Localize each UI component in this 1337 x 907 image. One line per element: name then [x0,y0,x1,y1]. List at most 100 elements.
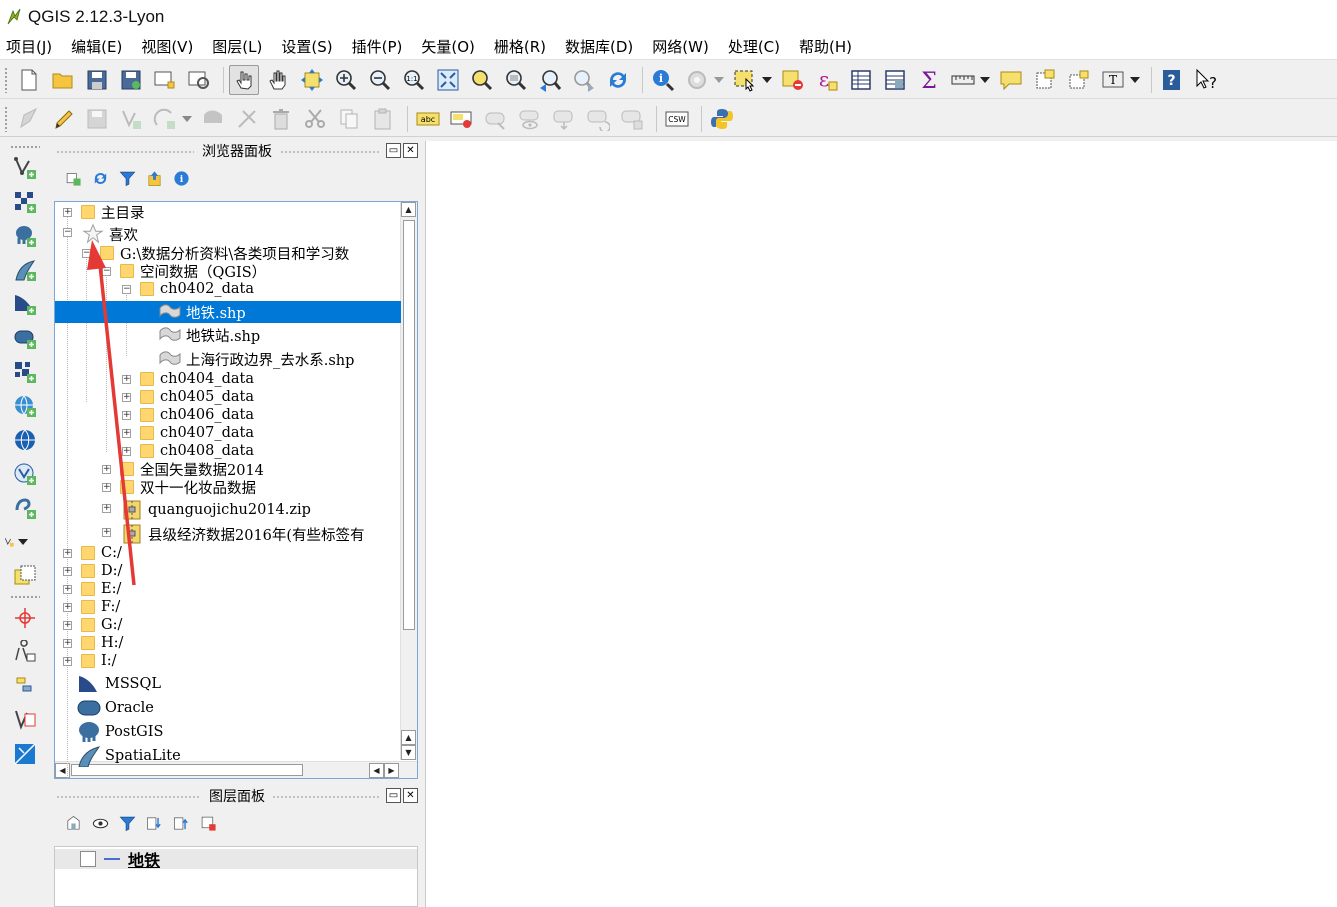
toolbar-grip[interactable] [4,66,8,93]
zoom-full-button[interactable] [433,65,463,95]
properties-info-button[interactable]: i [170,167,192,189]
add-delimited-layer-button[interactable] [10,561,40,591]
new-print-composer-button[interactable] [150,65,180,95]
collapse-all-button[interactable] [170,812,192,834]
tree-item[interactable]: ch0407_data [140,424,254,442]
zoom-out-button[interactable] [365,65,395,95]
deselect-all-button[interactable] [778,65,808,95]
tree-item[interactable]: Oracle [77,697,154,719]
add-spatialite-layer-button[interactable] [10,255,40,285]
tree-item[interactable]: 上海行政边界_去水系.shp [158,348,354,370]
tree-item[interactable]: MSSQL [77,673,161,695]
tree-item[interactable]: ch0405_data [140,388,254,406]
tree-item[interactable]: C:/ [81,544,122,562]
layer-visibility-checkbox[interactable] [80,851,96,867]
run-feature-action-button[interactable] [682,65,712,95]
add-wms-layer-button[interactable] [10,357,40,387]
toolbar-grip[interactable] [10,595,40,599]
cut-features-button[interactable] [300,104,330,134]
add-wcs-layer-button[interactable] [10,391,40,421]
collapse-icon[interactable]: − [63,228,72,237]
tree-item[interactable]: PostGIS [77,721,163,743]
toolbar-grip[interactable] [4,105,8,132]
layer-labeling-options-button[interactable]: abc [413,104,443,134]
layers-tree[interactable]: 地铁 [54,846,418,907]
remove-layer-button[interactable] [197,812,219,834]
topology-checker-button[interactable] [10,705,40,735]
collapse-icon[interactable]: − [102,267,111,276]
expand-icon[interactable]: + [122,411,131,420]
chevron-down-icon[interactable] [1130,76,1140,83]
expand-icon[interactable]: + [122,447,131,456]
csw-client-button[interactable]: CSW [662,104,692,134]
filter-legend-button[interactable] [116,812,138,834]
scroll-right-icon[interactable]: ▶ [384,763,399,778]
add-feature-button[interactable] [116,104,146,134]
browser-panel-titlebar[interactable]: 浏览器面板 ▭ ✕ [54,141,420,161]
zoom-next-button[interactable] [569,65,599,95]
help-contents-button[interactable]: ? [1157,65,1187,95]
toggle-editing-button[interactable] [48,104,78,134]
menu-item-3[interactable]: 图层(L) [212,34,262,59]
menu-item-5[interactable]: 插件(P) [352,34,403,59]
show-bookmarks-button[interactable] [1064,65,1094,95]
menu-item-4[interactable]: 设置(S) [281,34,332,59]
menu-item-6[interactable]: 矢量(O) [421,34,475,59]
pin-labels-button[interactable] [481,104,511,134]
expand-icon[interactable]: + [63,208,72,217]
save-project-button[interactable] [82,65,112,95]
show-hide-labels-button[interactable] [515,104,545,134]
delete-selected-button[interactable] [266,104,296,134]
tree-item[interactable]: 双十一化妆品数据 [120,478,256,497]
manage-visibility-button[interactable] [89,812,111,834]
tree-item[interactable]: ch0404_data [140,370,254,388]
composer-manager-button[interactable] [184,65,214,95]
statistical-summary-button[interactable]: Σ [914,65,944,95]
add-vector-layer-button[interactable] [10,153,40,183]
paste-features-button[interactable] [368,104,398,134]
open-project-button[interactable] [48,65,78,95]
expand-all-button[interactable] [143,812,165,834]
close-icon[interactable]: ✕ [403,143,418,158]
save-as-button[interactable] [116,65,146,95]
gps-tools-button[interactable] [10,671,40,701]
tree-item[interactable]: D:/ [81,562,122,580]
expand-icon[interactable]: + [63,585,72,594]
chevron-down-icon[interactable] [980,76,990,83]
python-console-button[interactable] [707,104,737,134]
move-feature-button[interactable] [198,104,228,134]
zoom-to-layer-button[interactable] [501,65,531,95]
float-dock-icon[interactable]: ▭ [386,143,401,158]
chevron-down-icon[interactable] [182,115,192,122]
menu-item-9[interactable]: 网络(W) [652,34,709,59]
layers-panel-titlebar[interactable]: 图层面板 ▭ ✕ [54,786,420,806]
tree-item[interactable]: 地铁站.shp [158,324,260,346]
expand-icon[interactable]: + [122,393,131,402]
measure-line-button[interactable] [948,65,978,95]
add-delimited-text-layer-button[interactable] [10,459,40,489]
chevron-down-icon[interactable] [762,76,772,83]
zoom-to-selection-button[interactable] [467,65,497,95]
expand-icon[interactable]: + [102,483,111,492]
menu-item-0[interactable]: 项目(J) [6,34,52,59]
expand-icon[interactable]: + [63,657,72,666]
new-project-button[interactable] [14,65,44,95]
expand-icon[interactable]: + [63,621,72,630]
new-layer-button[interactable] [4,527,34,557]
zoom-native-resolution-button[interactable]: 1:1 [399,65,429,95]
scroll-down-icon[interactable]: ▼ [401,745,416,760]
layer-styling-button[interactable] [62,812,84,834]
tree-item-selected[interactable]: 地铁.shp [55,301,401,323]
map-canvas[interactable] [425,141,1337,907]
collapse-icon[interactable]: − [122,285,131,294]
zoom-last-button[interactable] [535,65,565,95]
node-tool-button[interactable] [232,104,262,134]
whats-this-button[interactable]: ? [1191,65,1221,95]
menu-item-11[interactable]: 帮助(H) [799,34,852,59]
tree-item[interactable]: ch0408_data [140,442,254,460]
expand-icon[interactable]: + [122,429,131,438]
add-raster-layer-button[interactable] [10,187,40,217]
move-label-button[interactable] [549,104,579,134]
expand-icon[interactable]: + [102,465,111,474]
add-mssql-layer-button[interactable] [10,289,40,319]
